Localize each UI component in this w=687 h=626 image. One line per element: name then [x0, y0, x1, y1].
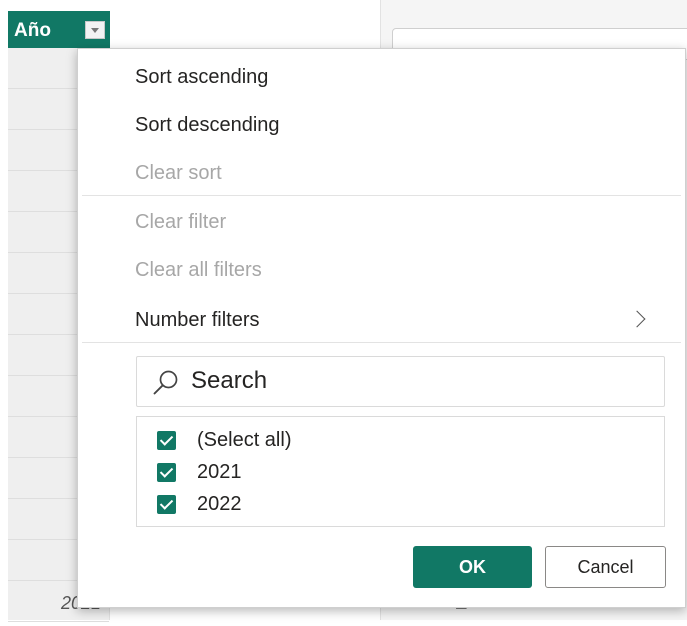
- ok-button[interactable]: OK: [413, 546, 532, 588]
- list-item-label: 2022: [197, 493, 242, 515]
- search-icon: [153, 370, 178, 395]
- filter-values-list: (Select all) 2021 2022: [136, 416, 665, 527]
- cancel-button[interactable]: Cancel: [545, 546, 666, 588]
- menu-item-clear-filter[interactable]: Clear filter: [135, 211, 226, 234]
- column-filter-menu: Sort ascending Sort descending Clear sor…: [77, 48, 686, 608]
- menu-item-number-filters-label: Number filters: [135, 309, 260, 331]
- column-header-label: Año: [14, 20, 51, 41]
- menu-item-clear-all-filters[interactable]: Clear all filters: [135, 259, 262, 282]
- menu-divider: [82, 342, 681, 343]
- checkbox-checked[interactable]: [157, 495, 176, 514]
- list-item-label: 2021: [197, 461, 242, 483]
- column-filter-dropdown-button[interactable]: [85, 21, 105, 39]
- column-header: Año: [8, 11, 110, 48]
- search-input[interactable]: [191, 364, 651, 398]
- search-field[interactable]: [136, 356, 665, 407]
- checkbox-checked[interactable]: [157, 463, 176, 482]
- menu-item-sort-descending[interactable]: Sort descending: [135, 114, 280, 137]
- list-item-label: (Select all): [197, 429, 292, 451]
- checkbox-checked[interactable]: [157, 431, 176, 450]
- menu-item-clear-sort[interactable]: Clear sort: [135, 162, 222, 185]
- menu-item-sort-ascending[interactable]: Sort ascending: [135, 66, 268, 89]
- menu-divider: [82, 195, 681, 196]
- chevron-right-icon: [628, 310, 646, 328]
- menu-item-number-filters[interactable]: Number filters: [135, 309, 665, 332]
